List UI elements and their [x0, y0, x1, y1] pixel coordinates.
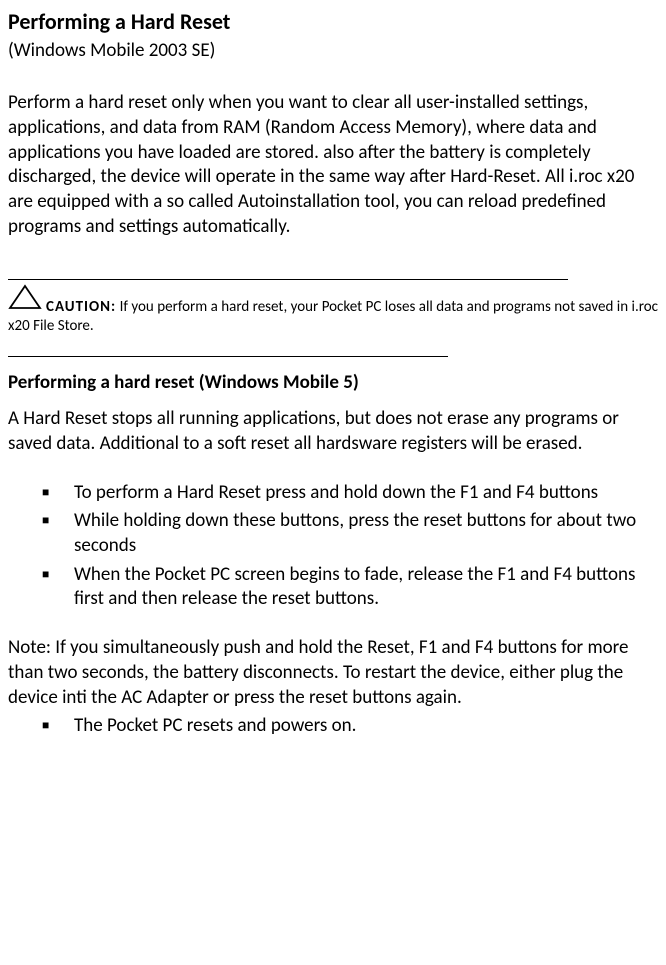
list-item: The Pocket PC resets and powers on. — [42, 714, 658, 739]
steps-list: To perform a Hard Reset press and hold d… — [8, 481, 658, 612]
note-bullet-list: The Pocket PC resets and powers on. — [8, 714, 658, 739]
note-paragraph: Note: If you simultaneously push and hol… — [8, 636, 658, 710]
warning-triangle-icon — [8, 284, 42, 316]
list-item: When the Pocket PC screen begins to fade… — [42, 563, 658, 612]
page-subtitle: (Windows Mobile 2003 SE) — [8, 39, 658, 64]
page-title: Performing a Hard Reset — [8, 8, 658, 37]
caution-label: CAUTION: — [46, 298, 116, 316]
list-item: To perform a Hard Reset press and hold d… — [42, 481, 658, 506]
section-title: Performing a hard reset (Windows Mobile … — [8, 371, 658, 396]
intro-paragraph: Perform a hard reset only when you want … — [8, 91, 658, 239]
divider — [8, 356, 448, 357]
section-paragraph: A Hard Reset stops all running applicati… — [8, 407, 658, 456]
caution-block: CAUTION: If you perform a hard reset, yo… — [8, 284, 658, 335]
list-item: While holding down these buttons, press … — [42, 509, 658, 558]
divider — [8, 279, 568, 280]
